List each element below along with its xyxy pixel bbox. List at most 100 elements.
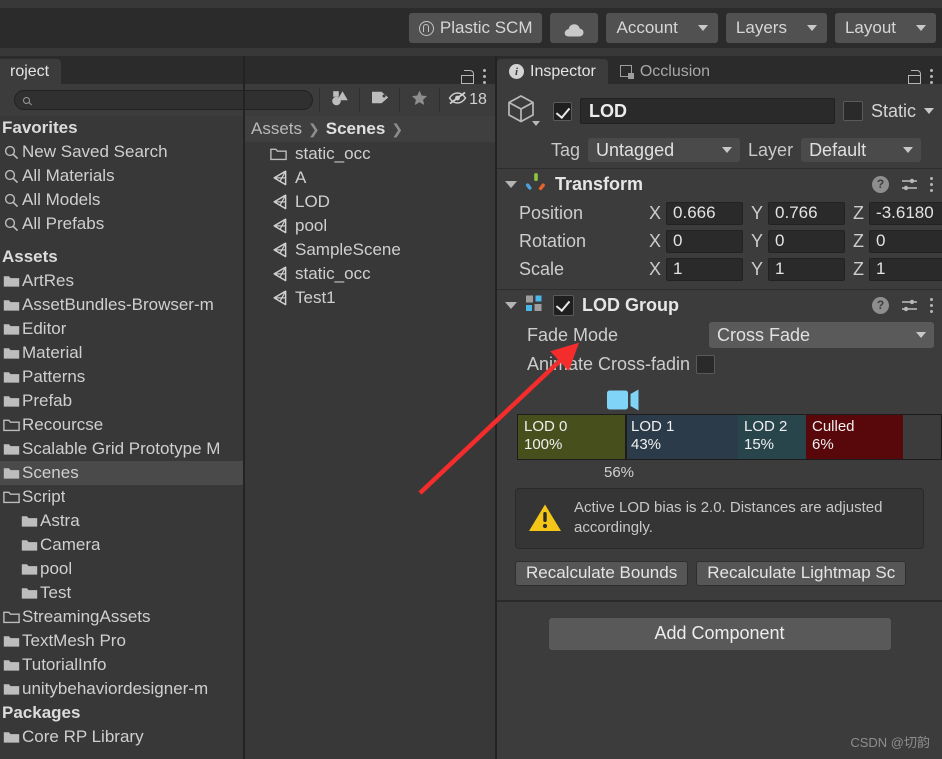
help-icon[interactable]: ? bbox=[872, 296, 889, 314]
asset-item[interactable]: Test1 bbox=[245, 286, 495, 310]
tree-item[interactable]: AssetBundles-Browser-m bbox=[0, 293, 243, 317]
preset-icon[interactable] bbox=[901, 298, 918, 312]
lod-segment-culled[interactable]: Culled 6% bbox=[806, 415, 903, 459]
lod-segment-lod-1[interactable]: LOD 1 43% bbox=[625, 415, 738, 459]
assets-list[interactable]: static_occ A LOD pool SampleScene static_occ T… bbox=[245, 142, 495, 310]
tag-dropdown[interactable]: Untagged bbox=[588, 138, 741, 162]
label-filter-button[interactable] bbox=[359, 88, 399, 112]
recalculate-bounds-button[interactable]: Recalculate Bounds bbox=[515, 560, 689, 586]
transform-position-y-input[interactable]: 0.766 bbox=[768, 201, 846, 225]
transform-component-header[interactable]: Transform ? bbox=[497, 169, 942, 199]
kebab-menu-icon[interactable] bbox=[930, 69, 934, 84]
asset-item[interactable]: SampleScene bbox=[245, 238, 495, 262]
search-input[interactable] bbox=[14, 90, 313, 110]
tree-item[interactable]: New Saved Search bbox=[0, 140, 243, 164]
tree-item[interactable]: Core RP Library bbox=[0, 725, 243, 749]
lodgroup-enabled-checkbox[interactable] bbox=[553, 294, 574, 316]
watermark: CSDN @切韵 bbox=[850, 735, 930, 750]
transform-rotation-x-input[interactable]: 0 bbox=[666, 229, 744, 253]
kebab-menu-icon[interactable] bbox=[930, 176, 934, 192]
account-button[interactable]: Account bbox=[606, 13, 718, 43]
transform-rotation-y-input[interactable]: 0 bbox=[768, 229, 846, 253]
layer-dropdown[interactable]: Default bbox=[801, 138, 922, 162]
transform-row: Rotation X 0 Y 0 Z 0 bbox=[497, 227, 942, 255]
axis-label-x: X bbox=[649, 202, 662, 223]
tree-item[interactable]: StreamingAssets bbox=[0, 605, 243, 629]
tree-item[interactable]: Recourcse bbox=[0, 413, 243, 437]
lod-bar[interactable]: LOD 0 100% LOD 1 43% LOD 2 15% Culled 6% bbox=[517, 414, 942, 460]
value: 1 bbox=[673, 259, 683, 278]
static-dropdown-chevron-icon[interactable] bbox=[924, 108, 934, 114]
transform-scale-y-input[interactable]: 1 bbox=[768, 257, 846, 281]
tree-item[interactable]: unitybehaviordesigner-m bbox=[0, 677, 243, 701]
tree-item-label: Assets bbox=[2, 247, 58, 266]
collapse-triangle-icon[interactable] bbox=[505, 180, 517, 188]
lod-camera-marker-icon[interactable] bbox=[607, 388, 641, 412]
preset-icon[interactable] bbox=[901, 177, 918, 191]
fade-mode-dropdown[interactable]: Cross Fade bbox=[709, 322, 934, 348]
tree-item[interactable]: pool bbox=[0, 557, 243, 581]
star-favorite-button[interactable] bbox=[399, 88, 439, 112]
layout-button[interactable]: Layout bbox=[834, 13, 936, 43]
help-icon[interactable]: ? bbox=[872, 175, 889, 193]
asset-item[interactable]: pool bbox=[245, 214, 495, 238]
tree-item[interactable]: All Materials bbox=[0, 164, 243, 188]
tree-item[interactable]: Scalable Grid Prototype M bbox=[0, 437, 243, 461]
asset-item[interactable]: static_occ bbox=[245, 142, 495, 166]
tree-item[interactable]: All Prefabs bbox=[0, 212, 243, 236]
tree-item[interactable]: TutorialInfo bbox=[0, 653, 243, 677]
asset-item[interactable]: A bbox=[245, 166, 495, 190]
lod-segment-lod-2[interactable]: LOD 2 15% bbox=[738, 415, 806, 459]
asset-item[interactable]: static_occ bbox=[245, 262, 495, 286]
asset-item[interactable]: LOD bbox=[245, 190, 495, 214]
assets-browser-panel: Assets ❯ Scenes ❯ static_occ A LOD pool Samp… bbox=[245, 116, 495, 759]
tree-item[interactable]: Camera bbox=[0, 533, 243, 557]
recalculate-lightmap-button[interactable]: Recalculate Lightmap Sc bbox=[696, 560, 907, 586]
shapes-filter-button[interactable] bbox=[319, 88, 359, 112]
breadcrumb-scenes[interactable]: Scenes bbox=[326, 119, 386, 139]
value: 0.666 bbox=[673, 203, 716, 222]
static-checkbox[interactable] bbox=[842, 101, 863, 121]
animate-crossfade-checkbox[interactable] bbox=[696, 354, 716, 374]
transform-position-z-input[interactable]: -3.6180 bbox=[869, 201, 942, 225]
transform-rotation-z-input[interactable]: 0 bbox=[869, 229, 942, 253]
cloud-button[interactable] bbox=[550, 13, 599, 43]
gameobject-name-input[interactable]: LOD bbox=[580, 98, 835, 124]
layers-button[interactable]: Layers bbox=[725, 13, 827, 43]
transform-scale-x-input[interactable]: 1 bbox=[666, 257, 744, 281]
tree-item[interactable]: Editor bbox=[0, 317, 243, 341]
tree-item[interactable]: ArtRes bbox=[0, 269, 243, 293]
tree-item-label: Scalable Grid Prototype M bbox=[22, 439, 221, 458]
tree-item[interactable]: TextMesh Pro bbox=[0, 629, 243, 653]
kebab-menu-icon[interactable] bbox=[483, 69, 487, 84]
tab-occlusion[interactable]: Occlusion bbox=[608, 59, 722, 84]
tree-item[interactable]: Scenes bbox=[0, 461, 243, 485]
transform-scale-z-input[interactable]: 1 bbox=[869, 257, 942, 281]
kebab-menu-icon[interactable] bbox=[930, 297, 934, 313]
tree-item[interactable]: Prefab bbox=[0, 389, 243, 413]
lock-icon[interactable] bbox=[907, 69, 921, 84]
tree-item-label: Editor bbox=[22, 319, 67, 338]
project-tree[interactable]: Favorites New Saved Search All Materials Al… bbox=[0, 116, 243, 759]
hidden-objects-button[interactable]: 18 bbox=[439, 88, 495, 112]
lock-icon[interactable] bbox=[460, 69, 474, 84]
transform-position-x-input[interactable]: 0.666 bbox=[666, 201, 744, 225]
tree-item[interactable]: Material bbox=[0, 341, 243, 365]
tree-item[interactable]: All Models bbox=[0, 188, 243, 212]
plastic-scm-button[interactable]: Plastic SCM bbox=[408, 13, 543, 43]
tree-item[interactable]: Patterns bbox=[0, 365, 243, 389]
tree-item[interactable]: Astra bbox=[0, 509, 243, 533]
tree-item[interactable]: Script bbox=[0, 485, 243, 509]
tree-item[interactable]: Test bbox=[0, 581, 243, 605]
tab-project[interactable]: roject bbox=[0, 59, 62, 84]
gameobject-enabled-checkbox[interactable] bbox=[553, 101, 572, 121]
lod-camera-divider[interactable] bbox=[625, 415, 627, 459]
add-component-button[interactable]: Add Component bbox=[548, 617, 891, 650]
lod-segment-lod-0[interactable]: LOD 0 100% bbox=[518, 415, 625, 459]
collapse-triangle-icon[interactable] bbox=[505, 301, 517, 309]
lodgroup-component-header[interactable]: LOD Group ? bbox=[497, 290, 942, 320]
tree-item-label: Material bbox=[22, 343, 83, 362]
inspector-panel-tools bbox=[907, 69, 942, 84]
breadcrumb-assets[interactable]: Assets bbox=[251, 119, 302, 139]
tab-inspector[interactable]: i Inspector bbox=[497, 59, 608, 84]
